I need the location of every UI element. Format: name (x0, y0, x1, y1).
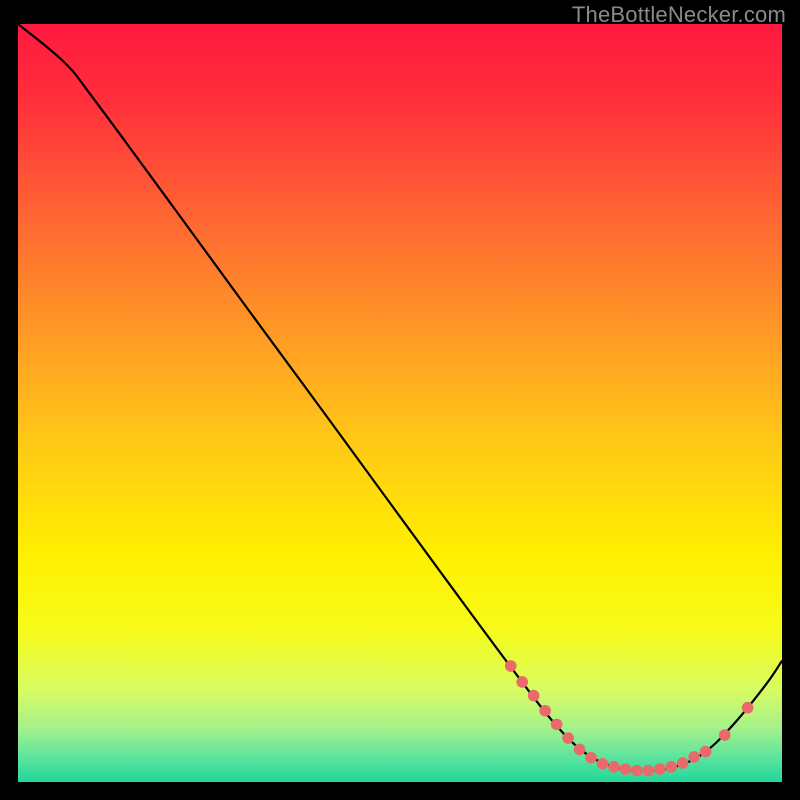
data-marker (585, 752, 597, 764)
data-marker (528, 690, 540, 702)
data-marker (688, 751, 700, 763)
data-marker (516, 676, 528, 688)
data-marker (700, 746, 712, 758)
gradient-background (18, 24, 782, 782)
data-marker (505, 660, 517, 672)
plot-area (18, 24, 782, 782)
bottleneck-curve-chart (18, 24, 782, 782)
data-marker (742, 702, 754, 714)
data-marker (597, 758, 609, 770)
data-marker (719, 729, 731, 741)
data-marker (665, 761, 677, 773)
data-marker (574, 744, 586, 756)
data-marker (631, 765, 643, 777)
data-marker (539, 705, 551, 717)
data-marker (562, 732, 574, 744)
data-marker (620, 763, 632, 775)
data-marker (654, 763, 666, 775)
data-marker (677, 757, 689, 769)
data-marker (551, 719, 563, 731)
data-marker (608, 761, 620, 773)
data-marker (643, 765, 655, 777)
chart-frame: TheBottleNecker.com (0, 0, 800, 800)
